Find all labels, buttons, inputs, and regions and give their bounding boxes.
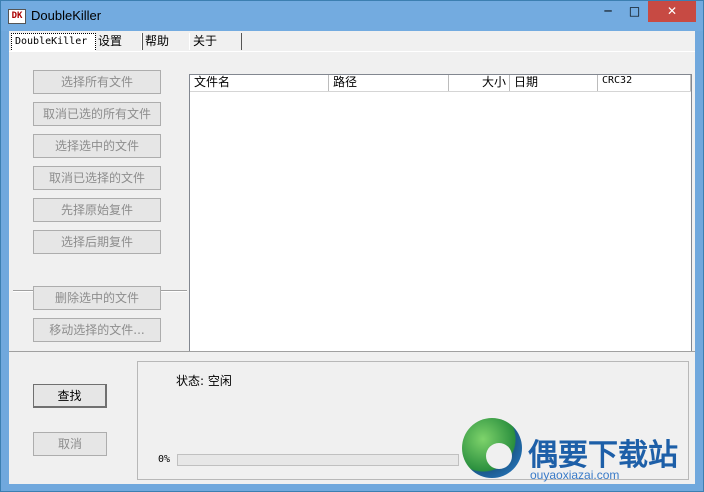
app-icon[interactable]: DK: [8, 9, 26, 24]
deselect-all-button[interactable]: 取消已选的所有文件: [33, 102, 161, 126]
select-selected-button[interactable]: 选择选中的文件: [33, 134, 161, 158]
title-bar[interactable]: DK DoubleKiller ─ □ ✕: [1, 1, 703, 31]
tab-settings[interactable]: 设置: [94, 33, 143, 50]
maximize-icon[interactable]: □: [621, 1, 648, 22]
tab-doublekiller[interactable]: DoubleKiller: [11, 33, 96, 52]
window-title: DoubleKiller: [31, 8, 102, 23]
select-original-button[interactable]: 先择原始复件: [33, 198, 161, 222]
progress-bar: [177, 454, 459, 466]
column-size[interactable]: 大小: [449, 75, 510, 91]
progress-percent: 0%: [158, 454, 171, 465]
move-selected-button[interactable]: 移动选择的文件...: [33, 318, 161, 342]
status-text: 状态: 空闲: [176, 374, 232, 388]
find-button[interactable]: 查找: [33, 384, 107, 408]
list-header: 文件名 路径 大小 日期 CRC32: [190, 75, 691, 92]
tab-about[interactable]: 关于: [189, 33, 242, 50]
deselect-selected-button[interactable]: 取消已选择的文件: [33, 166, 161, 190]
tab-help[interactable]: 帮助: [141, 33, 190, 50]
cancel-button[interactable]: 取消: [33, 432, 107, 456]
watermark: 偶要下载站 ouyaoxiazai.com: [456, 410, 704, 492]
tab-bar: DoubleKiller 设置 帮助 关于: [9, 31, 695, 52]
column-path[interactable]: 路径: [329, 75, 449, 91]
column-filename[interactable]: 文件名: [190, 75, 329, 91]
select-later-button[interactable]: 选择后期复件: [33, 230, 161, 254]
close-icon[interactable]: ✕: [648, 1, 696, 22]
file-list[interactable]: 文件名 路径 大小 日期 CRC32: [189, 74, 692, 368]
column-crc32[interactable]: CRC32: [598, 75, 691, 91]
watermark-logo-icon: [462, 418, 522, 478]
select-all-button[interactable]: 选择所有文件: [33, 70, 161, 94]
delete-selected-button[interactable]: 删除选中的文件: [33, 286, 161, 310]
main-panel: 选择所有文件 取消已选的所有文件 选择选中的文件 取消已选择的文件 先择原始复件…: [9, 51, 695, 368]
column-date[interactable]: 日期: [510, 75, 598, 91]
watermark-url: ouyaoxiazai.com: [530, 468, 620, 482]
minimize-icon[interactable]: ─: [595, 1, 621, 22]
